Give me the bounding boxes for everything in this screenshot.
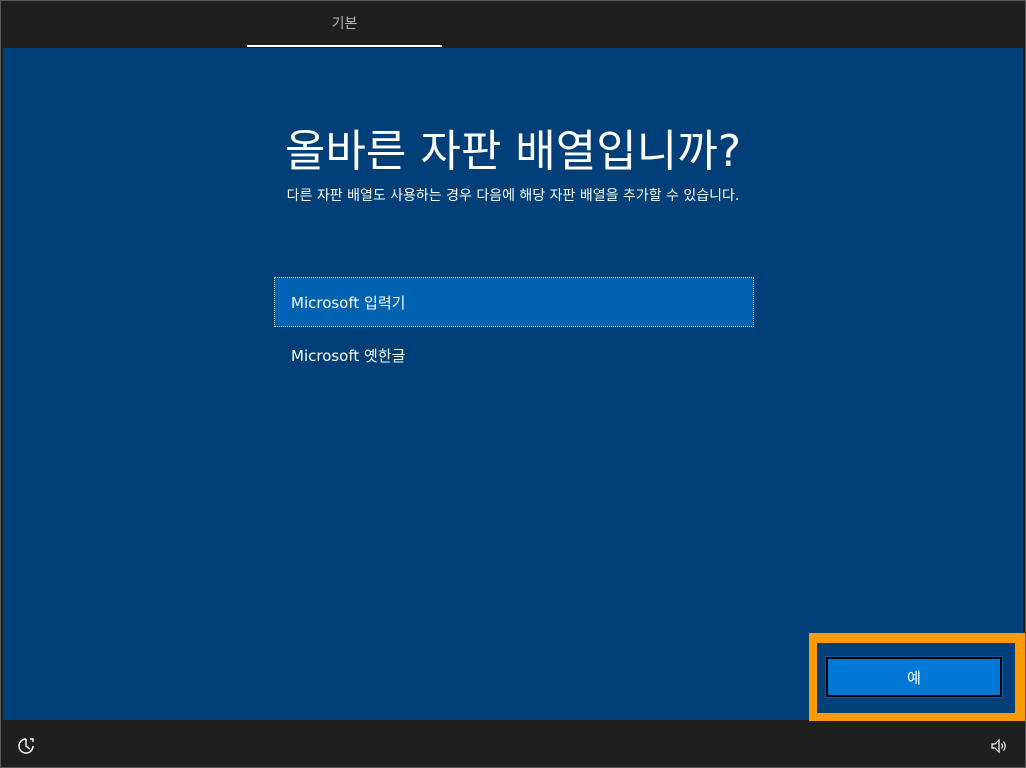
volume-icon[interactable]: [990, 737, 1008, 755]
top-bar: 기본: [1, 1, 1025, 47]
page-title: 올바른 자판 배열입니까?: [284, 126, 742, 177]
layout-option-microsoft-ime[interactable]: Microsoft 입력기: [274, 277, 754, 327]
page-subtitle: 다른 자판 배열도 사용하는 경우 다음에 해당 자판 배열을 추가할 수 있습…: [286, 188, 740, 204]
keyboard-layout-list: Microsoft 입력기 Microsoft 옛한글: [274, 277, 754, 383]
layout-option-label: Microsoft 옛한글: [291, 346, 406, 365]
main-panel: 올바른 자판 배열입니까? 다른 자판 배열도 사용하는 경우 다음에 해당 자…: [3, 48, 1023, 720]
layout-option-label: Microsoft 입력기: [291, 293, 406, 312]
oobe-window: 기본 올바른 자판 배열입니까? 다른 자판 배열도 사용하는 경우 다음에 해…: [0, 0, 1026, 768]
ease-of-access-icon[interactable]: [16, 736, 36, 756]
layout-option-microsoft-old-hangul[interactable]: Microsoft 옛한글: [274, 330, 754, 380]
tab-basics[interactable]: 기본: [247, 1, 442, 47]
bottom-bar: [1, 721, 1025, 767]
yes-button[interactable]: 예: [825, 656, 1003, 698]
